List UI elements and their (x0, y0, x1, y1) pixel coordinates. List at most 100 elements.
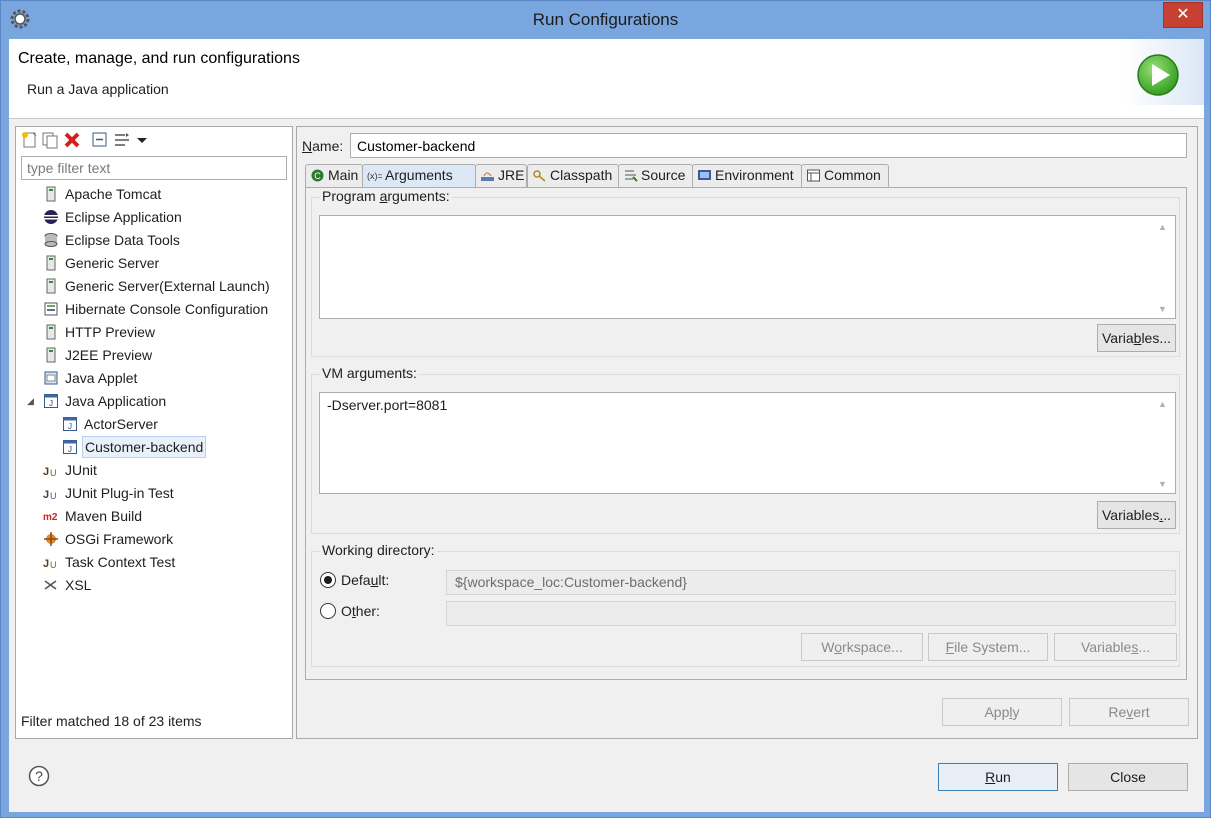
junit-icon: JU (43, 554, 59, 570)
revert-button[interactable]: Revert (1069, 698, 1189, 726)
collapse-all-icon[interactable] (90, 130, 110, 150)
dialog-header-subtitle: Run a Java application (27, 81, 169, 97)
working-directory-label: Working directory: (320, 542, 437, 558)
tab-arguments[interactable]: (x)= Arguments (362, 164, 476, 188)
tree-item-label: Apache Tomcat (65, 186, 162, 202)
config-name-input[interactable] (350, 133, 1187, 158)
jre-icon (480, 168, 495, 183)
svg-text:J: J (43, 466, 49, 478)
run-button[interactable]: Run (938, 763, 1058, 791)
working-dir-variables-button[interactable]: Variables... (1054, 633, 1177, 661)
tree-item-label: J2EE Preview (65, 347, 153, 363)
other-radio-label[interactable]: Other: (341, 600, 380, 622)
server-icon (43, 255, 59, 271)
java-app-icon: J (43, 393, 59, 409)
close-button[interactable]: Close (1068, 763, 1188, 791)
vm-arguments-group: VM arguments: -Dserver.port=8081 ▲ ▼ Var… (311, 365, 1180, 537)
new-config-icon[interactable] (20, 130, 40, 150)
tab-environment[interactable]: Environment (692, 164, 802, 187)
dialog-client: Create, manage, and run configurations R… (9, 39, 1204, 812)
tree-item-label: Eclipse Application (65, 209, 182, 225)
tree-item-label: JUnit Plug-in Test (65, 485, 174, 501)
program-arguments-group: Program arguments: ▲ ▼ Variables... (311, 188, 1180, 360)
vm-arguments-scrollbar[interactable]: ▲ ▼ (1158, 397, 1168, 491)
arguments-icon: (x)= (367, 168, 383, 183)
source-icon (623, 168, 638, 183)
tree-item-label: Customer-backend (82, 436, 207, 458)
apply-button[interactable]: Apply (942, 698, 1062, 726)
tree-item-label: Generic Server(External Launch) (65, 278, 270, 294)
svg-text:(x)=: (x)= (367, 171, 382, 181)
tab-main[interactable]: C Main (305, 164, 363, 187)
java-app-icon: J (62, 416, 78, 432)
arguments-tab-body: Program arguments: ▲ ▼ Variables... VM a… (305, 187, 1187, 680)
applet-icon (43, 370, 59, 386)
run-configurations-window: Run Configurations ✕ Create, manage, and… (0, 0, 1211, 818)
vm-args-variables-button[interactable]: Variables... (1097, 501, 1176, 529)
server-icon (43, 347, 59, 363)
filter-configs-icon[interactable] (112, 130, 132, 150)
default-working-dir-field: ${workspace_loc:Customer-backend} (446, 570, 1176, 595)
java-app-icon: J (62, 439, 78, 455)
delete-config-icon[interactable] (62, 130, 82, 150)
svg-text:U: U (50, 560, 57, 570)
svg-text:J: J (43, 558, 49, 570)
vm-arguments-textarea[interactable]: -Dserver.port=8081 (319, 392, 1176, 494)
tree-item-label: Hibernate Console Configuration (65, 301, 269, 317)
working-directory-group: Working directory: Default: ${workspace_… (311, 542, 1180, 667)
other-working-dir-field (446, 601, 1176, 626)
tree-item-label: JUnit (65, 462, 97, 478)
file-system-button[interactable]: File System... (928, 633, 1048, 661)
expanded-chevron-icon[interactable]: ◢ (27, 390, 34, 412)
default-radio-label[interactable]: Default: (341, 569, 389, 591)
view-menu-chevron-down-icon[interactable] (132, 130, 152, 150)
main-icon: C (310, 168, 325, 183)
window-close-button[interactable]: ✕ (1163, 2, 1203, 28)
server-icon (43, 324, 59, 340)
scroll-down-icon[interactable]: ▼ (1158, 304, 1167, 314)
database-icon (43, 232, 59, 248)
filter-status: Filter matched 18 of 23 items (21, 713, 202, 729)
program-arguments-textarea[interactable] (319, 215, 1176, 319)
filter-input[interactable] (21, 156, 287, 180)
run-banner-icon (1124, 39, 1204, 105)
common-icon (806, 168, 821, 183)
tree-item-label: Maven Build (65, 508, 143, 524)
tab-label: Environment (715, 167, 794, 183)
name-label: Name: (302, 138, 344, 154)
eclipse-icon (43, 209, 59, 225)
program-args-variables-button[interactable]: Variables... (1097, 324, 1176, 352)
tab-jre[interactable]: JRE (475, 164, 527, 187)
help-icon[interactable]: ? (28, 765, 50, 787)
tab-common[interactable]: Common (801, 164, 889, 187)
scroll-up-icon[interactable]: ▲ (1158, 222, 1167, 232)
tree-item-label: Generic Server (65, 255, 160, 271)
svg-text:C: C (314, 171, 321, 181)
svg-text:m2: m2 (43, 512, 58, 523)
svg-text:J: J (43, 489, 49, 501)
maven-icon: m2 (43, 508, 59, 524)
tree-item-label: Task Context Test (65, 554, 176, 570)
window-title: Run Configurations (532, 10, 679, 29)
server-icon (43, 278, 59, 294)
scroll-down-icon[interactable]: ▼ (1158, 479, 1167, 489)
config-editor-panel: Name: C Main(x)=ArgumentsJREClasspathSour… (296, 126, 1198, 739)
default-radio[interactable] (320, 572, 336, 588)
launch-config-list-panel: Apache Tomcat Eclipse Application Eclipse … (15, 126, 293, 739)
tab-classpath[interactable]: Classpath (527, 164, 619, 187)
duplicate-config-icon[interactable] (40, 130, 60, 150)
svg-text:?: ? (35, 768, 43, 784)
scroll-up-icon[interactable]: ▲ (1158, 399, 1167, 409)
tree-item-label: Java Application (65, 393, 167, 409)
server-icon (43, 186, 59, 202)
tab-label: Main (328, 167, 359, 183)
tab-source[interactable]: Source (618, 164, 693, 187)
other-radio[interactable] (320, 603, 336, 619)
dialog-header-title: Create, manage, and run configurations (18, 50, 300, 67)
tree-item-label: OSGi Framework (65, 531, 174, 547)
tree-item-label: Java Applet (65, 370, 138, 386)
program-arguments-scrollbar[interactable]: ▲ ▼ (1158, 220, 1168, 316)
workspace-button[interactable]: Workspace... (801, 633, 923, 661)
svg-text:J: J (68, 445, 72, 454)
vm-arguments-label: VM arguments: (320, 365, 419, 381)
